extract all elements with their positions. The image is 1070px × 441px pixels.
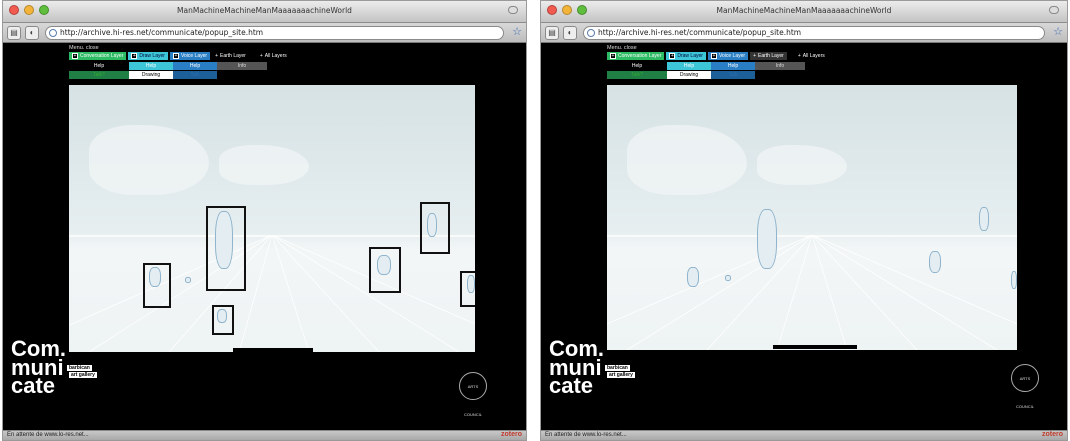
title-bar: ManMachineMachineManMaaaaaaachineWorld	[3, 1, 526, 23]
status-text: En attente de www.lo-res.net...	[7, 432, 89, 438]
browser-window-right: ManMachineMachineManMaaaaaaachineWorld ▤…	[540, 0, 1068, 441]
communicate-logo: Com. muni cate	[549, 336, 604, 399]
status-bar: En attente de www.lo-res.net... zotero	[541, 430, 1067, 440]
toolbar-toggle-button[interactable]	[508, 6, 518, 14]
voice-layer-button[interactable]: + Voice Layer	[169, 52, 211, 60]
draw-layer-button[interactable]: + Draw Layer	[666, 52, 706, 60]
status-bar: En attente de www.lo-res.net... zotero	[3, 430, 526, 440]
selection-box[interactable]	[206, 206, 246, 291]
selection-box[interactable]	[420, 202, 450, 254]
all-layers-button[interactable]: + All Layers	[794, 52, 828, 60]
address-bar[interactable]: http://archive.hi-res.net/communicate/po…	[45, 26, 504, 40]
barbican-logo: barbican	[605, 365, 630, 371]
arts-council-logo: ARTS COUNCIL ENGLAND	[459, 372, 487, 417]
menu-close-link[interactable]: Menu. close	[69, 45, 99, 51]
perspective-grid	[69, 235, 475, 352]
browser-toolbar: ▤ ◐ http://archive.hi-res.net/communicat…	[541, 23, 1067, 43]
plus-icon: +	[172, 53, 179, 59]
window-title: ManMachineMachineManMaaaaaaachineWorld	[716, 6, 892, 15]
bookmark-star-icon[interactable]: ☆	[1053, 25, 1063, 38]
draw-help-button[interactable]: Help	[129, 62, 173, 70]
scene-control-bar[interactable]	[773, 345, 857, 349]
drawing-shape[interactable]	[687, 267, 699, 287]
drawing-shape[interactable]	[757, 209, 777, 269]
earth-layer-button[interactable]: + Earth Layer	[212, 52, 249, 60]
zotero-button[interactable]: zotero	[501, 431, 522, 438]
drawing-shape[interactable]	[185, 277, 191, 283]
conversation-help-button[interactable]: Help	[607, 62, 667, 70]
zotero-button[interactable]: zotero	[1042, 431, 1063, 438]
barbican-logo-subtitle: art gallery	[69, 372, 97, 378]
all-layers-button[interactable]: + All Layers	[256, 52, 290, 60]
title-bar: ManMachineMachineManMaaaaaaachineWorld	[541, 1, 1067, 23]
conversation-talk-button[interactable]: Talk?	[69, 71, 129, 79]
perspective-grid	[607, 235, 1017, 350]
drawing-shape[interactable]	[1011, 271, 1017, 289]
barbican-logo-subtitle: art gallery	[607, 372, 635, 378]
drawing-button[interactable]: Drawing	[129, 71, 173, 79]
conversation-talk-button[interactable]: Talk?	[607, 71, 667, 79]
back-icon[interactable]: ◐	[25, 26, 39, 40]
address-bar[interactable]: http://archive.hi-res.net/communicate/po…	[583, 26, 1045, 40]
toolbar-toggle-button[interactable]	[1049, 6, 1059, 14]
voice-talk-button[interactable]: Talk	[711, 71, 755, 79]
selection-box[interactable]	[143, 263, 171, 308]
drawing-shape[interactable]	[725, 275, 731, 281]
conversation-layer-button[interactable]: + Conversation Layer	[607, 52, 665, 60]
url-text: http://archive.hi-res.net/communicate/po…	[598, 28, 802, 37]
terrain-shape	[89, 125, 209, 195]
voice-talk-button[interactable]: Talk	[173, 71, 217, 79]
status-text: En attente de www.lo-res.net...	[545, 432, 627, 438]
browser-toolbar: ▤ ◐ http://archive.hi-res.net/communicat…	[3, 23, 526, 43]
page-content: Menu. close + Conversation Layer + Draw La…	[541, 44, 1067, 437]
earth-info-button[interactable]: Info	[217, 62, 267, 70]
terrain-shape	[627, 125, 747, 195]
print-icon[interactable]: ▤	[7, 26, 21, 40]
earth-layer-button[interactable]: + Earth Layer	[750, 52, 787, 60]
plus-icon: +	[131, 53, 138, 59]
selection-box[interactable]	[369, 247, 401, 293]
earth-info-button[interactable]: Info	[755, 62, 805, 70]
back-icon[interactable]: ◐	[563, 26, 577, 40]
terrain-shape	[757, 145, 847, 185]
selection-box[interactable]	[460, 271, 475, 307]
conversation-help-button[interactable]: Help	[69, 62, 129, 70]
print-icon[interactable]: ▤	[545, 26, 559, 40]
plus-icon: +	[72, 53, 78, 59]
menu-close-link[interactable]: Menu. close	[607, 45, 637, 51]
bookmark-star-icon[interactable]: ☆	[512, 25, 522, 38]
page-content: Menu. close + Conversation Layer + Draw La…	[3, 44, 526, 430]
barbican-logo: barbican	[67, 365, 92, 371]
drawing-button[interactable]: Drawing	[667, 71, 711, 79]
earth-scene[interactable]	[69, 85, 475, 352]
url-text: http://archive.hi-res.net/communicate/po…	[60, 28, 264, 37]
earth-scene[interactable]	[607, 85, 1017, 350]
arts-council-logo: ARTS COUNCIL ENGLAND	[1011, 364, 1039, 437]
globe-icon	[49, 29, 57, 37]
layer-menu: + Conversation Layer + Draw Layer + Voice L…	[69, 52, 292, 60]
globe-icon	[587, 29, 595, 37]
layer-menu: + Conversation Layer + Draw Layer + Voice L…	[607, 52, 830, 60]
plus-icon: +	[669, 53, 676, 59]
communicate-logo: Com. muni cate	[11, 336, 66, 399]
voice-layer-button[interactable]: + Voice Layer	[707, 52, 749, 60]
terrain-shape	[219, 145, 309, 185]
voice-help-button[interactable]: Help	[711, 62, 755, 70]
draw-layer-button[interactable]: + Draw Layer	[128, 52, 168, 60]
draw-help-button[interactable]: Help	[667, 62, 711, 70]
drawing-shape[interactable]	[979, 207, 989, 231]
conversation-layer-button[interactable]: + Conversation Layer	[69, 52, 127, 60]
plus-icon: +	[610, 53, 616, 59]
voice-help-button[interactable]: Help	[173, 62, 217, 70]
browser-window-left: ManMachineMachineManMaaaaaaachineWorld ▤…	[2, 0, 527, 441]
drawing-shape[interactable]	[929, 251, 941, 273]
window-title: ManMachineMachineManMaaaaaaachineWorld	[177, 6, 352, 15]
selection-box[interactable]	[212, 305, 234, 335]
plus-icon: +	[710, 53, 717, 59]
scene-control-bar[interactable]	[233, 348, 313, 352]
